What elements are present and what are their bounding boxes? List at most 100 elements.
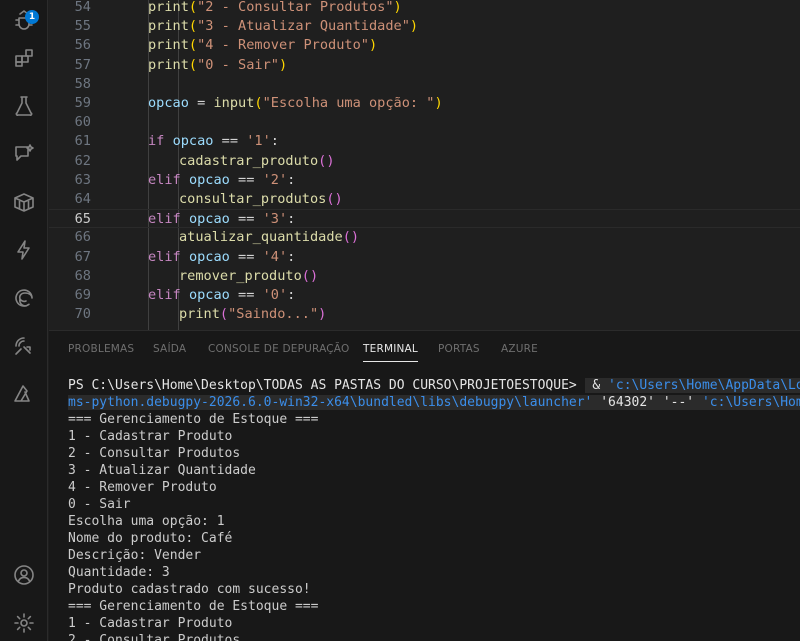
code-token: :	[287, 248, 296, 265]
code-token: ==	[229, 287, 263, 303]
testing-icon[interactable]	[0, 86, 48, 126]
code-text: print("Saindo...")	[179, 305, 326, 324]
code-token: opcao	[188, 171, 230, 188]
code-token: opcao	[188, 248, 230, 265]
code-text: print("0 - Sair")	[148, 56, 287, 75]
code-line[interactable]: 58	[49, 75, 800, 94]
remote-icon[interactable]	[0, 326, 48, 366]
edge-icon[interactable]	[0, 278, 48, 318]
account-icon[interactable]	[0, 555, 48, 595]
code-line[interactable]: 59 opcao = input("Escolha uma opção: ")	[49, 94, 800, 113]
code-token: ==	[229, 248, 263, 265]
terminal-output-line: 2 - Consultar Produtos	[68, 633, 241, 641]
line-number: 67	[74, 248, 91, 265]
code-token: "Saindo..."	[228, 306, 319, 323]
code-text: elif opcao == '4':	[148, 248, 295, 267]
terminal-output-line: 1 - Cadastrar Produto	[68, 429, 233, 444]
code-editor[interactable]: 54 print("2 - Consultar Produtos") 55 print…	[49, 0, 800, 330]
code-line[interactable]: 61 if opcao == '1':	[49, 132, 800, 151]
line-number: 65	[74, 211, 91, 228]
line-number: 59	[74, 95, 91, 111]
code-line[interactable]: 67 elif opcao == '4':	[49, 248, 800, 267]
code-token: opcao	[148, 95, 189, 111]
code-text: consultar_produtos()	[179, 190, 343, 209]
code-line[interactable]: 66 atualizar_quantidade()	[49, 228, 800, 247]
code-token: opcao	[188, 287, 230, 303]
code-token: consultar_produtos	[179, 191, 327, 207]
code-text: print("3 - Atualizar Quantidade")	[148, 17, 418, 36]
code-token: (	[188, 0, 198, 15]
line-number: 69	[74, 287, 91, 303]
code-token: "2 - Consultar Produtos"	[197, 0, 394, 15]
code-token: :	[287, 171, 296, 188]
code-line[interactable]: 69 elif opcao == '0':	[49, 286, 800, 305]
code-token: '0'	[262, 287, 288, 303]
code-line[interactable]: 60	[49, 113, 800, 132]
code-text: opcao = input("Escolha uma opção: ")	[148, 94, 443, 113]
tab-azure[interactable]: AZURE	[501, 343, 538, 355]
code-token: ==	[229, 211, 263, 228]
tab-sa-da[interactable]: SAÍDA	[153, 343, 186, 355]
code-line[interactable]: 54 print("2 - Consultar Produtos")	[49, 0, 800, 17]
terminal[interactable]: PS C:\Users\Home\Desktop\TODAS AS PASTAS…	[68, 377, 800, 641]
code-token: atualizar_quantidade	[179, 229, 343, 246]
settings-icon[interactable]	[0, 603, 48, 641]
code-line[interactable]: 63 elif opcao == '2':	[49, 171, 800, 190]
line-number: 61	[74, 133, 91, 150]
tab-portas[interactable]: PORTAS	[438, 343, 480, 355]
code-token: input	[213, 95, 255, 111]
extensions-icon[interactable]	[0, 38, 48, 78]
code-line[interactable]: 56 print("4 - Remover Produto")	[49, 36, 800, 55]
code-line[interactable]: 64 consultar_produtos()	[49, 190, 800, 209]
line-number: 60	[74, 114, 91, 131]
chat-icon[interactable]	[0, 134, 48, 174]
containers-icon[interactable]	[0, 182, 48, 222]
terminal-command-amp: &	[584, 378, 609, 393]
code-line[interactable]: 70 print("Saindo...")	[49, 305, 800, 324]
bottom-panel: PROBLEMAS SAÍDA CONSOLE DE DEPURAÇÃO TERMIN…	[49, 330, 800, 641]
code-token: elif	[148, 211, 181, 228]
terminal-output-line: === Gerenciamento de Estoque ===	[68, 412, 319, 427]
code-token: print	[148, 37, 189, 54]
code-token: "4 - Remover Produto"	[197, 37, 369, 54]
code-token: ==	[229, 171, 263, 188]
code-token: )	[368, 37, 378, 54]
code-text: elif opcao == '3':	[148, 210, 295, 229]
terminal-command-cont: ms-python.debugpy-2026.6.0-win32-x64\bun…	[68, 395, 593, 410]
terminal-output-line: Nome do produto: Café	[68, 531, 233, 546]
code-text: if opcao == '1':	[148, 132, 279, 151]
code-text: print("2 - Consultar Produtos")	[148, 0, 402, 17]
code-token: ()	[326, 191, 343, 207]
terminal-output-line: Escolha uma opção: 1	[68, 514, 225, 529]
terminal-output-line: 0 - Sair	[68, 497, 131, 512]
azure-icon[interactable]	[0, 374, 48, 414]
run-debug-icon[interactable]: 1	[0, 0, 48, 40]
code-token: elif	[148, 248, 181, 265]
code-token: "Escolha uma opção: "	[262, 95, 435, 111]
activity-bar: 1	[0, 0, 48, 641]
tab-problemas[interactable]: PROBLEMAS	[68, 343, 134, 355]
code-line[interactable]: 55 print("3 - Atualizar Quantidade")	[49, 17, 800, 36]
terminal-prompt: PS C:\Users\Home\Desktop\TODAS AS PASTAS…	[68, 378, 585, 393]
terminal-command-line: ms-python.debugpy-2026.6.0-win32-x64\bun…	[68, 394, 800, 411]
terminal-output-line: Descrição: Vender	[68, 548, 202, 563]
code-token: opcao	[188, 211, 230, 228]
code-line[interactable]: 68 remover_produto()	[49, 267, 800, 286]
code-line[interactable]: 65 elif opcao == '3':	[49, 209, 800, 229]
code-line[interactable]: 62 cadastrar_produto()	[49, 152, 800, 171]
tab-terminal[interactable]: TERMINAL	[363, 343, 418, 362]
code-token: ==	[213, 133, 247, 150]
code-token: cadastrar_produto	[179, 152, 319, 169]
code-line[interactable]: 57 print("0 - Sair")	[49, 56, 800, 75]
code-text: print("4 - Remover Produto")	[148, 36, 377, 55]
line-number: 63	[74, 171, 91, 188]
tab-console-de-depura-o[interactable]: CONSOLE DE DEPURAÇÃO	[208, 343, 349, 355]
panel-tabs: PROBLEMAS SAÍDA CONSOLE DE DEPURAÇÃO TERMIN…	[49, 331, 800, 367]
code-token: :	[287, 287, 296, 303]
code-token: )	[409, 18, 419, 35]
code-token: '1'	[246, 133, 271, 150]
code-token: elif	[148, 171, 181, 188]
lightning-icon[interactable]	[0, 230, 48, 270]
